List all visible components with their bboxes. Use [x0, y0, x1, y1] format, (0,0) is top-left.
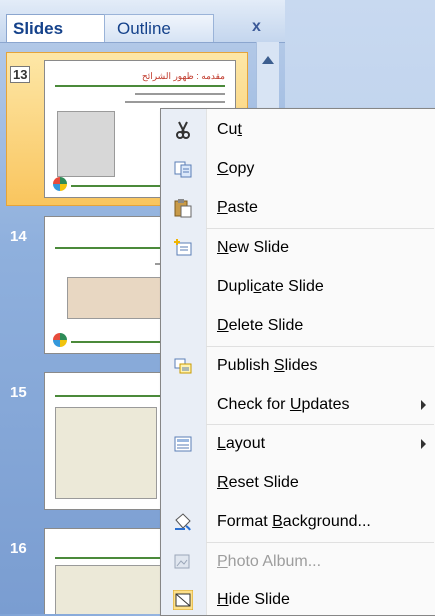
- close-pane-button[interactable]: x: [252, 18, 261, 36]
- menu-item-publish-slides[interactable]: Publish Slides: [161, 347, 435, 385]
- menu-item-format-background[interactable]: Format Background...: [161, 503, 435, 541]
- submenu-arrow-icon: [421, 439, 426, 449]
- slide-16-image: [55, 565, 167, 614]
- menu-item-duplicate-slide[interactable]: Duplicate Slide: [161, 268, 435, 306]
- slide-number-15: 15: [10, 384, 27, 401]
- format-background-icon: [173, 512, 193, 532]
- photo-album-icon: [173, 552, 193, 572]
- menu-item-paste[interactable]: Paste: [161, 189, 435, 227]
- slide-15-image: [55, 407, 157, 499]
- slide-13-title: مقدمه : ظهور الشرائح: [141, 71, 225, 81]
- slide-logo-icon: [53, 177, 67, 191]
- slide-number-13: 13: [10, 66, 31, 83]
- menu-item-check-for-updates[interactable]: Check for Updates: [161, 386, 435, 424]
- slide-logo-icon: [53, 333, 67, 347]
- new-slide-icon: [173, 238, 193, 258]
- menu-item-hide-slide[interactable]: Hide Slide: [161, 581, 435, 615]
- menu-item-cut[interactable]: Cut: [161, 111, 435, 149]
- submenu-arrow-icon: [421, 400, 426, 410]
- slide-number-14: 14: [10, 228, 27, 245]
- menu-item-reset-slide[interactable]: Reset Slide: [161, 464, 435, 502]
- pane-tab-bar: Slides Outline x: [0, 0, 285, 43]
- publish-slides-icon: [173, 356, 193, 376]
- tab-outline[interactable]: Outline: [104, 14, 214, 42]
- menu-item-photo-album: Photo Album...: [161, 543, 435, 581]
- menu-item-new-slide[interactable]: New Slide: [161, 229, 435, 267]
- paste-icon: [173, 198, 193, 218]
- slide-13-image: [57, 111, 115, 177]
- copy-icon: [173, 159, 193, 179]
- context-menu: Cut Copy Paste New Slide Duplicate Slide…: [160, 108, 435, 616]
- menu-item-layout[interactable]: Layout: [161, 425, 435, 463]
- scissors-icon: [173, 120, 193, 140]
- scroll-up-arrow-icon[interactable]: [257, 52, 279, 70]
- layout-icon: [173, 434, 193, 454]
- hide-slide-icon: [172, 589, 194, 611]
- menu-item-copy[interactable]: Copy: [161, 150, 435, 188]
- menu-item-delete-slide[interactable]: Delete Slide: [161, 307, 435, 345]
- slide-number-16: 16: [10, 540, 27, 557]
- tab-slides[interactable]: Slides: [6, 14, 108, 42]
